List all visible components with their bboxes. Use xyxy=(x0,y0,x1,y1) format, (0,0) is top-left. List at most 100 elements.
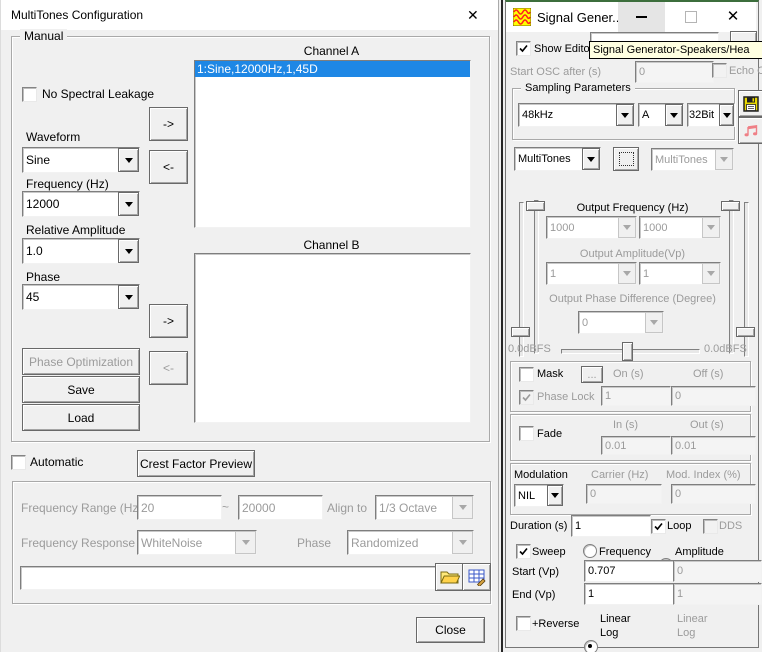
sweep-label: Sweep xyxy=(532,545,566,559)
output-amplitude-a-dropdown-button xyxy=(618,263,636,284)
modulation-type-value: NIL xyxy=(515,485,547,506)
bit-depth-dropdown-button[interactable] xyxy=(719,104,734,126)
duration-field[interactable]: 1 xyxy=(571,515,651,537)
sweep-checkbox[interactable] xyxy=(516,544,531,559)
output-frequency-label: Output Frequency (Hz) xyxy=(546,201,719,215)
mask-on-label: On (s) xyxy=(613,367,644,381)
phase-lock-label: Phase Lock xyxy=(537,390,594,404)
reverse-checkbox[interactable] xyxy=(516,616,531,631)
output-phase-select: 0 xyxy=(578,311,664,334)
channel-b-list[interactable] xyxy=(194,253,471,423)
right-inner-level-slider-thumb[interactable] xyxy=(721,201,740,211)
show-editor-checkbox[interactable] xyxy=(516,41,531,56)
bit-depth-select[interactable]: 32Bit xyxy=(687,103,735,127)
frequency-dropdown-button[interactable] xyxy=(118,192,139,216)
frequency-select[interactable]: 12000 xyxy=(22,191,140,217)
close-window-button[interactable]: ✕ xyxy=(713,2,753,32)
crest-factor-preview-button[interactable]: Crest Factor Preview xyxy=(137,450,255,477)
multitones-titlebar[interactable]: MultiTones Configuration ✕ xyxy=(1,0,498,30)
move-right-a-button[interactable]: -> xyxy=(149,107,188,141)
fade-checkbox[interactable] xyxy=(519,426,534,441)
relative-amplitude-select[interactable]: 1.0 xyxy=(22,238,140,264)
left-inner-level-slider-track[interactable] xyxy=(534,200,539,354)
waveform-type-select[interactable]: MultiTones xyxy=(514,147,601,171)
folder-open-icon xyxy=(440,569,460,585)
sample-rate-dropdown-button[interactable] xyxy=(616,104,634,126)
output-frequency-b-dropdown-button xyxy=(702,217,720,238)
siggen-titlebar[interactable]: Signal Gener... ✕ xyxy=(506,2,756,32)
automatic-label: Automatic xyxy=(30,455,83,469)
multitones-close-icon[interactable]: ✕ xyxy=(467,8,479,22)
chevron-down-icon xyxy=(587,157,595,162)
channel-a-list[interactable]: 1:Sine,12000Hz,1,45D xyxy=(194,60,471,228)
modulation-dropdown-button[interactable] xyxy=(547,485,563,506)
modulation-type-select[interactable]: NIL xyxy=(514,484,564,507)
right-outer-level-slider-thumb[interactable] xyxy=(736,327,755,337)
output-phase-value: 0 xyxy=(579,312,645,333)
waveform-dropdown-button[interactable] xyxy=(118,148,139,172)
loop-checkbox[interactable] xyxy=(651,519,666,534)
output-amplitude-a-select: 1 xyxy=(546,262,637,285)
save-settings-button[interactable] xyxy=(738,90,762,117)
fade-out-label: Out (s) xyxy=(690,418,724,432)
start-osc-field: 0 xyxy=(635,61,714,83)
dds-label: DDS xyxy=(719,519,742,533)
align-to-label: Align to xyxy=(327,501,367,515)
chevron-down-icon xyxy=(621,113,629,118)
check-icon xyxy=(519,44,528,53)
waveform-type-dropdown-button[interactable] xyxy=(582,148,600,170)
phase-dropdown-button[interactable] xyxy=(118,285,139,309)
close-button[interactable]: Close xyxy=(416,617,485,643)
phase-optimization-button: Phase Optimization xyxy=(22,348,140,375)
move-left-a-button[interactable]: <- xyxy=(149,150,188,184)
sample-rate-select[interactable]: 48kHz xyxy=(518,103,635,127)
automatic-checkbox[interactable] xyxy=(11,455,26,470)
left-inner-level-slider-thumb[interactable] xyxy=(526,201,545,211)
tooltip: Signal Generator-Speakers/Hea xyxy=(589,41,762,59)
edit-table-button[interactable] xyxy=(462,563,491,591)
sweep-start-field[interactable]: 0.707 xyxy=(584,560,674,582)
channel-select[interactable]: A xyxy=(638,103,684,127)
linear-radio[interactable] xyxy=(584,640,598,652)
frequency-response-dropdown-button xyxy=(235,531,256,554)
chevron-down-icon xyxy=(125,202,133,207)
chevron-down-icon xyxy=(623,225,631,230)
phase-select[interactable]: 45 xyxy=(22,284,140,310)
mod-index-field: 0 xyxy=(671,484,756,504)
relative-amplitude-dropdown-button[interactable] xyxy=(118,239,139,263)
sweep-frequency-radio[interactable] xyxy=(583,544,597,558)
frequency-label: Frequency (Hz) xyxy=(26,177,109,191)
chevron-down-icon xyxy=(125,249,133,254)
dotted-rect-icon xyxy=(619,152,634,166)
sampling-parameters-label: Sampling Parameters xyxy=(521,81,635,95)
left-outer-level-slider-thumb[interactable] xyxy=(511,327,530,337)
frequency-response-select: WhiteNoise xyxy=(137,530,257,555)
chevron-down-icon xyxy=(242,540,250,545)
fade-in-label: In (s) xyxy=(613,418,638,432)
mask-checkbox[interactable] xyxy=(519,367,534,382)
waveform-value: Sine xyxy=(23,148,118,172)
output-frequency-a-value: 1000 xyxy=(547,217,618,238)
move-right-b-button[interactable]: -> xyxy=(149,304,188,338)
balance-slider-thumb[interactable] xyxy=(622,342,633,361)
load-button[interactable]: Load xyxy=(22,404,140,431)
minimize-button[interactable] xyxy=(618,2,665,32)
open-file-button[interactable] xyxy=(435,563,464,591)
sample-rate-value: 48kHz xyxy=(519,104,616,126)
sweep-end-label: End (Vp) xyxy=(512,588,555,602)
channel-dropdown-button[interactable] xyxy=(665,104,683,126)
multitones-config-button[interactable] xyxy=(613,147,639,171)
frequency-response-label: Frequency Response xyxy=(21,536,135,550)
no-spectral-leakage-checkbox[interactable] xyxy=(22,87,37,102)
log-label: Log xyxy=(600,626,618,640)
list-item[interactable]: 1:Sine,12000Hz,1,45D xyxy=(195,61,470,77)
move-left-b-button: <- xyxy=(149,351,188,385)
frequency-response-value: WhiteNoise xyxy=(138,531,235,554)
right-inner-level-slider-track[interactable] xyxy=(729,200,734,354)
save-button[interactable]: Save xyxy=(22,376,140,403)
play-tone-button[interactable] xyxy=(738,117,762,144)
sweep-end-field[interactable]: 1 xyxy=(584,583,674,605)
file-path-field[interactable] xyxy=(20,566,436,590)
waveform-select[interactable]: Sine xyxy=(22,147,140,173)
frequency-range-label: Frequency Range (Hz) xyxy=(21,501,142,515)
